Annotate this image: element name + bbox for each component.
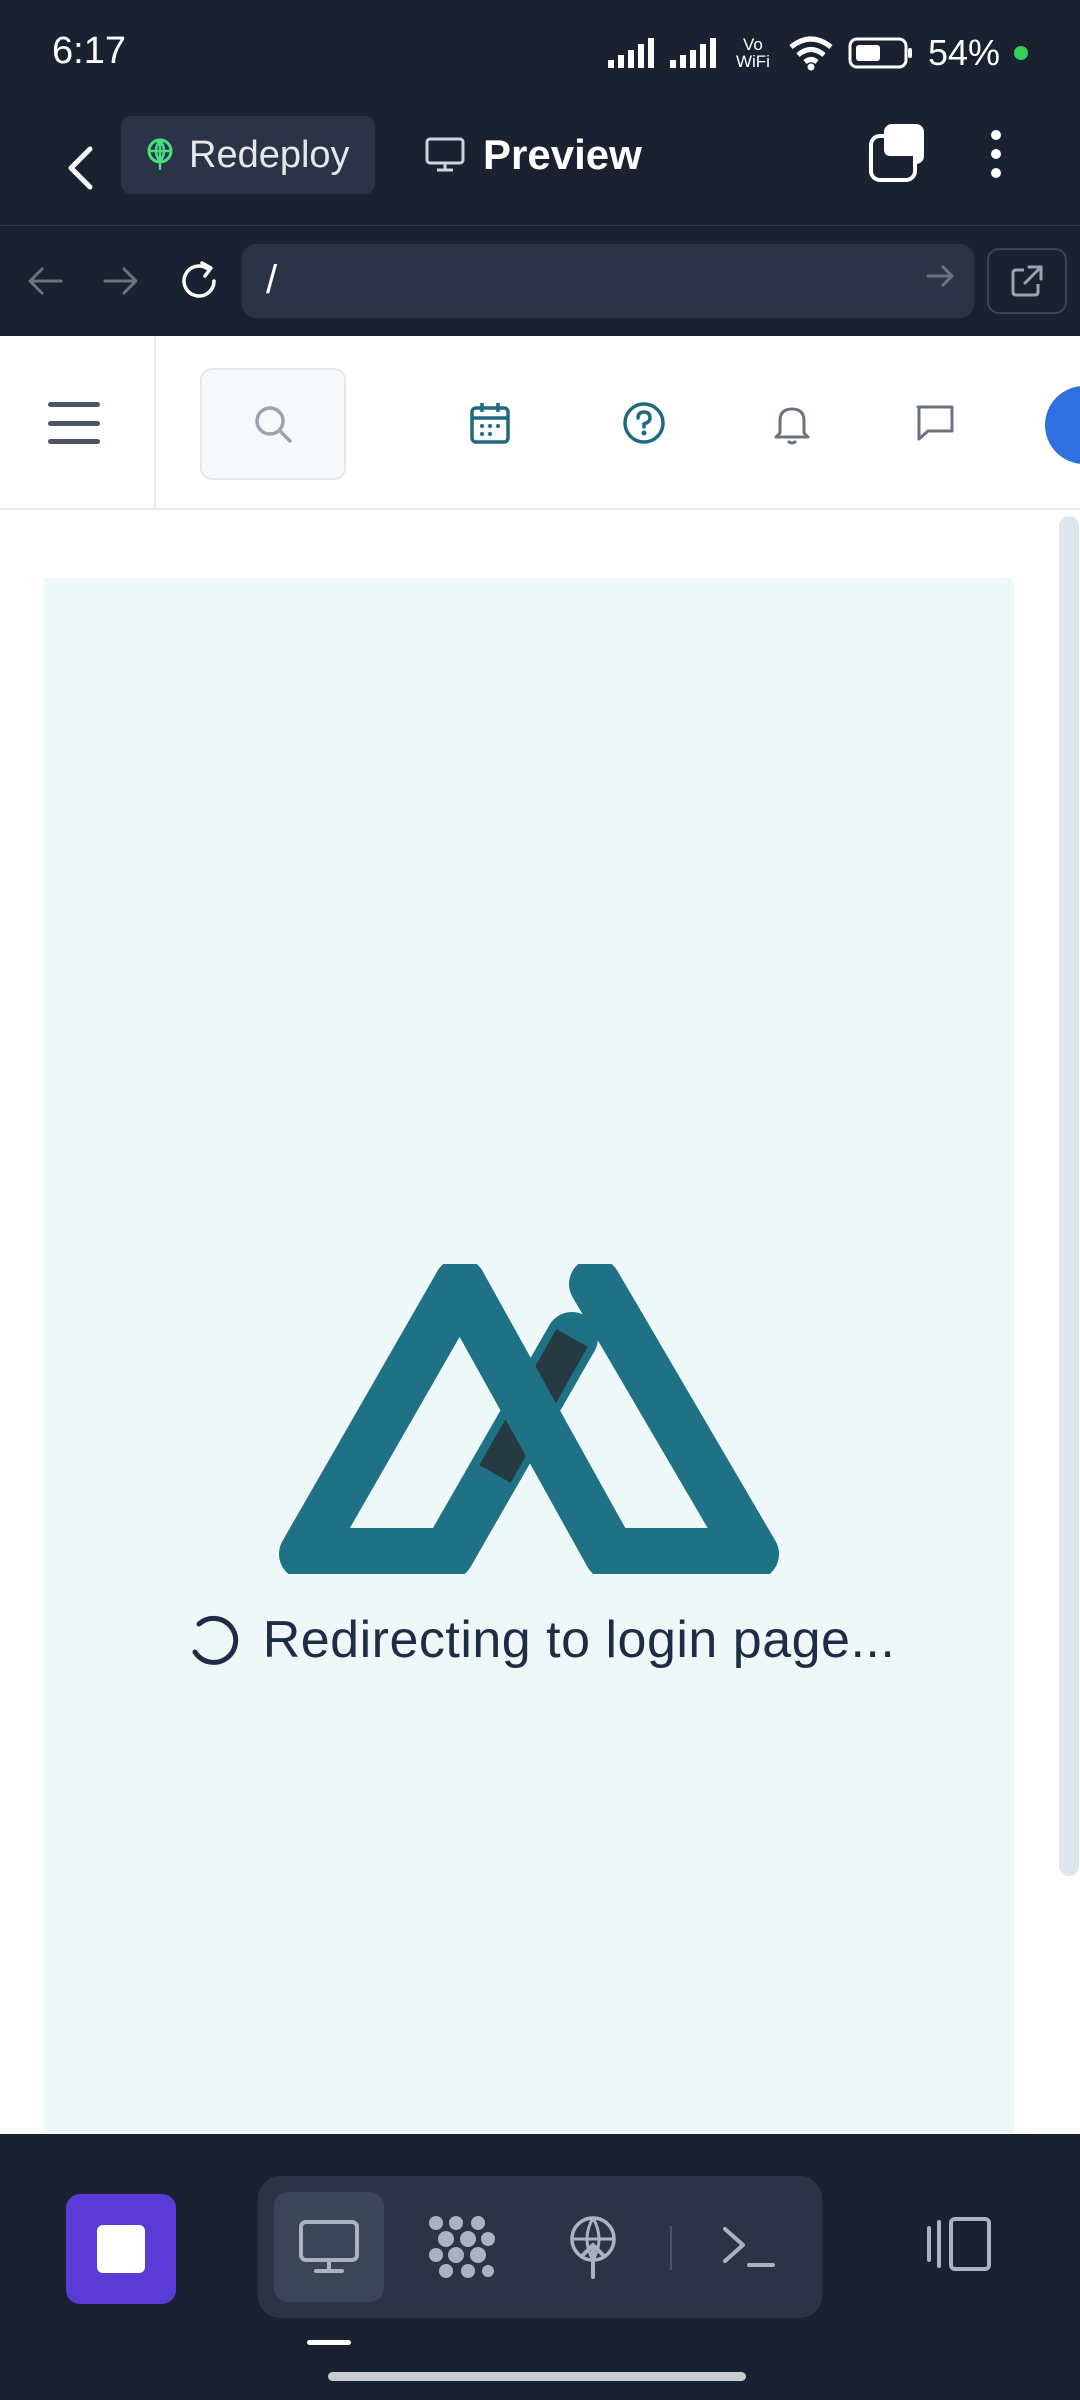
menu-icon [48,402,100,407]
scrollbar[interactable] [1059,516,1079,1876]
brand-logo [279,1264,779,1574]
calendar-icon [470,403,510,444]
active-tool-indicator [307,2340,351,2345]
loading-row: Redirecting to login page... [0,1610,1080,1670]
avatar[interactable] [1045,386,1080,464]
terminal-tool-button[interactable] [694,2192,804,2302]
webview: Redirecting to login page... [0,336,1080,2134]
battery-percent: 54% [927,32,1000,73]
bell-icon [774,407,810,445]
back-arrow-icon [68,146,93,190]
deploy-icon [570,2216,616,2279]
calendar-button[interactable] [463,396,517,450]
header-divider [154,336,156,510]
preview-label: Preview [483,131,642,178]
status-bar: 6:17 Vo WiFi 54% [0,0,1080,110]
more-options-button[interactable] [968,120,1024,188]
home-indicator [328,2372,746,2381]
chat-icon [916,405,954,441]
browser-bar: / [0,226,1080,336]
menu-button[interactable] [48,402,100,444]
battery-icon [848,37,912,69]
nav-back-button[interactable] [18,254,72,308]
redeploy-button[interactable]: Redeploy [121,116,375,194]
redeploy-label: Redeploy [189,133,350,176]
globe-deploy-icon [147,138,173,170]
help-button[interactable] [617,396,671,450]
charging-dot-icon [1014,46,1028,60]
wifi-icon [789,36,833,71]
site-header [0,336,1080,510]
tabs-button[interactable] [868,122,928,182]
device-toggle-icon [927,2217,991,2271]
monitor-icon [425,137,465,172]
loading-message: Redirecting to login page... [262,1611,896,1669]
tabs-icon [869,124,924,182]
nav-forward-icon [103,267,138,295]
signal-icon [607,38,654,68]
stop-icon [97,2225,145,2273]
url-text: / [266,258,278,302]
nodes-tool-button[interactable] [406,2192,516,2302]
tool-separator [670,2226,672,2270]
stop-button[interactable] [66,2194,176,2304]
reload-icon [182,261,216,298]
monitor-icon [299,2220,359,2273]
url-input[interactable]: / [242,244,974,318]
status-icons: Vo WiFi 54% [607,28,1028,78]
reload-button[interactable] [172,254,226,308]
more-vertical-icon [991,130,1001,140]
nav-back-icon [28,267,63,295]
nav-forward-button[interactable] [94,254,148,308]
vowifi-label: Vo WiFi [735,35,770,71]
signal-icon-2 [669,38,716,68]
help-icon [623,402,665,444]
device-toggle-button[interactable] [920,2204,1000,2284]
status-time: 6:17 [52,30,126,72]
preview-tool-button[interactable] [274,2192,384,2302]
deploy-tool-button[interactable] [538,2192,648,2302]
open-external-button[interactable] [987,248,1067,314]
open-external-icon [1011,265,1043,297]
messages-button[interactable] [908,396,962,450]
back-button[interactable] [50,130,110,206]
nodes-icon [429,2216,495,2278]
go-arrow-icon[interactable] [926,262,956,290]
preview-tab[interactable]: Preview [425,116,642,194]
bottom-toolbar [0,2134,1080,2400]
app-bar: Redeploy Preview [0,110,1080,226]
search-button[interactable] [200,368,346,480]
tool-group [258,2176,822,2318]
terminal-icon [723,2227,775,2267]
search-icon [255,406,292,443]
loading-spinner-icon [192,1615,238,1665]
notifications-button[interactable] [765,396,819,450]
